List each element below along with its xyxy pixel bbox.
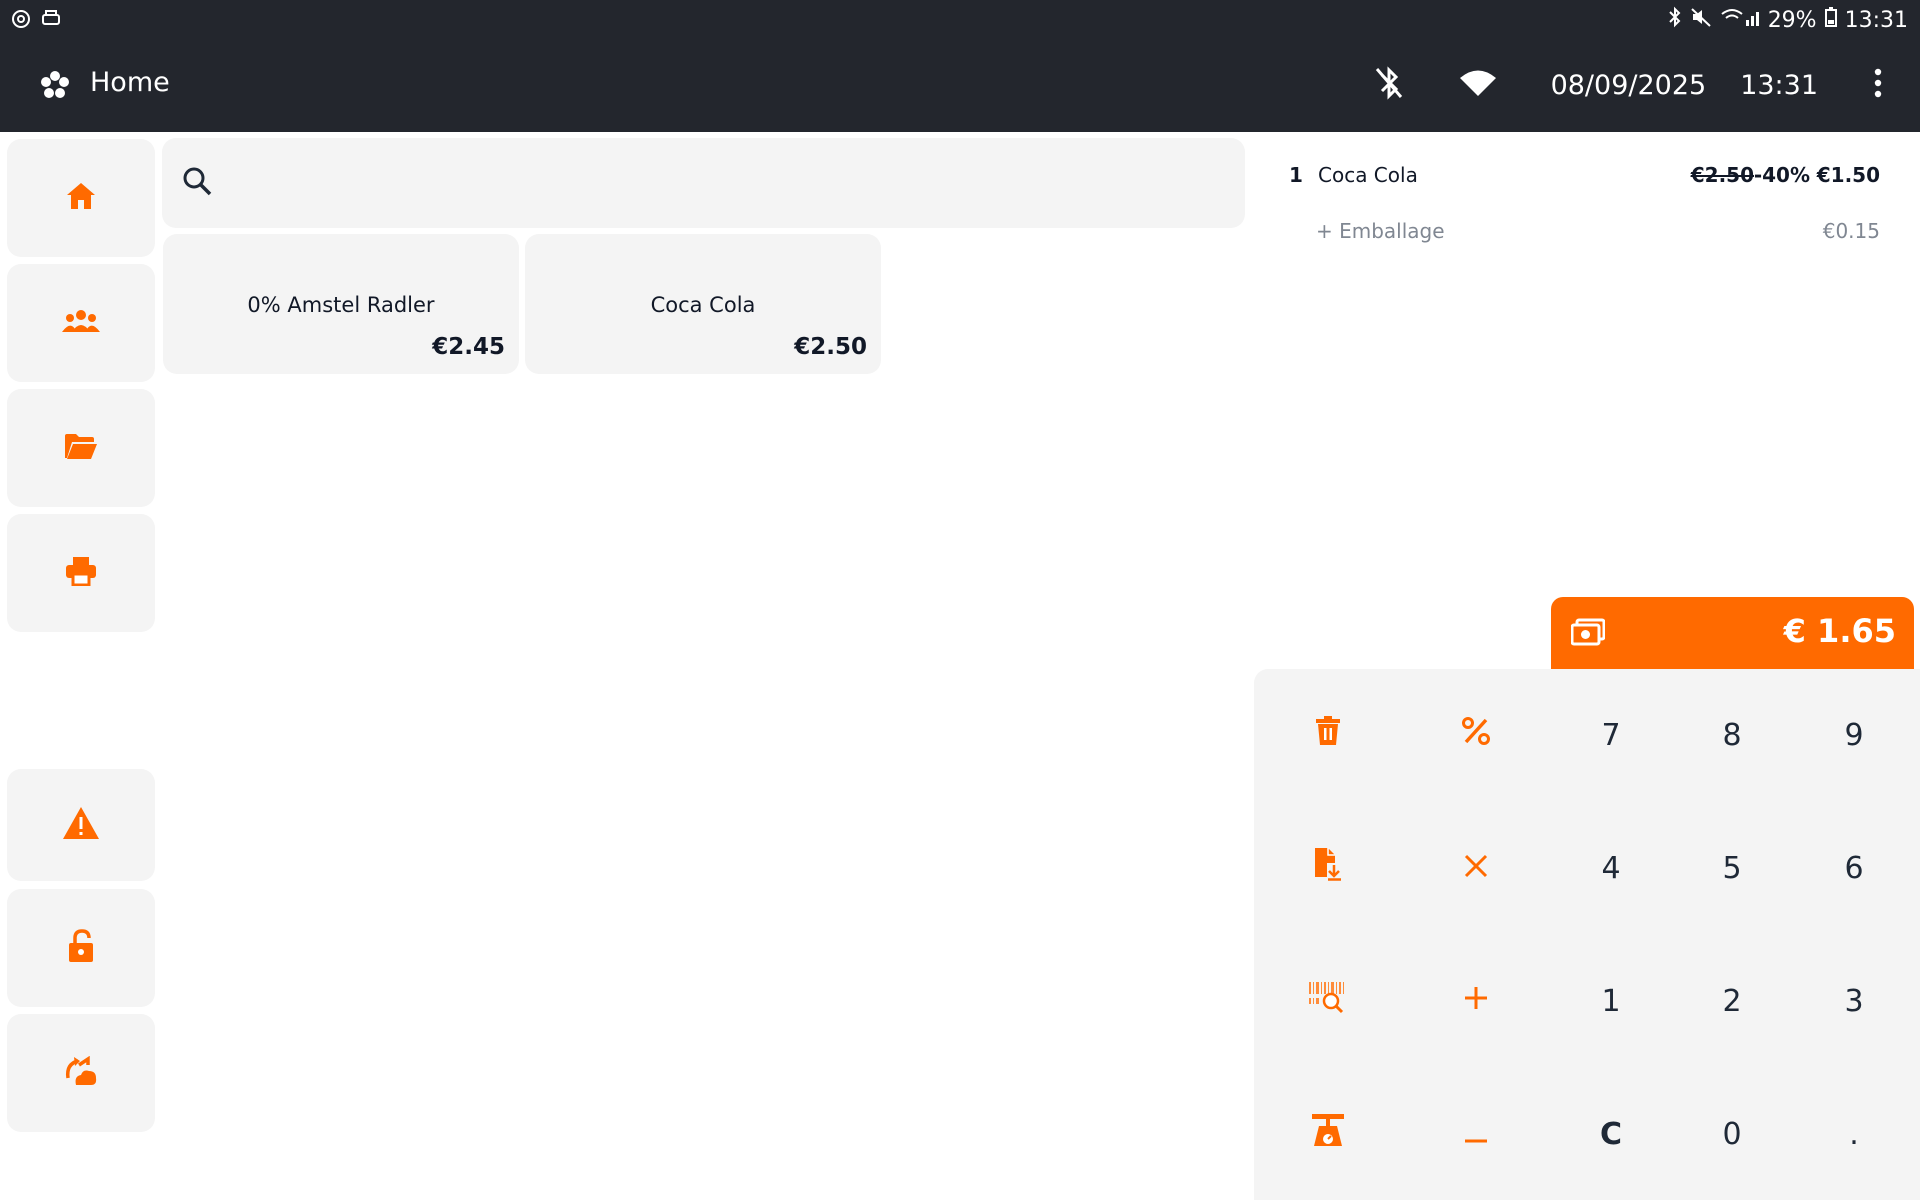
customers-icon bbox=[62, 309, 100, 337]
wifi-icon[interactable] bbox=[1459, 69, 1497, 101]
key-9[interactable]: 9 bbox=[1794, 680, 1914, 790]
product-tile[interactable]: 0% Amstel Radler €2.45 bbox=[163, 234, 519, 374]
key-5[interactable]: 5 bbox=[1672, 813, 1792, 923]
product-name: Coca Cola bbox=[650, 293, 756, 317]
order-sub-line-price: €0.15 bbox=[1822, 219, 1880, 243]
order-line-qty: 1 bbox=[1289, 163, 1303, 187]
scale-icon bbox=[1311, 1113, 1345, 1155]
logo-icon[interactable] bbox=[40, 70, 70, 104]
plus-button[interactable] bbox=[1416, 946, 1536, 1056]
printer-icon bbox=[65, 556, 97, 590]
key-6[interactable]: 6 bbox=[1794, 813, 1914, 923]
folder-icon bbox=[64, 432, 98, 464]
order-line[interactable]: 1 Coca Cola €2.50 -40% €1.50 bbox=[1285, 160, 1880, 190]
delete-button[interactable] bbox=[1268, 680, 1388, 790]
file-download-icon bbox=[1313, 847, 1343, 889]
sync-status-icon bbox=[10, 8, 32, 34]
order-line-discount: -40% bbox=[1753, 163, 1810, 187]
wifi-signal-icon bbox=[1720, 6, 1760, 34]
sync-icon bbox=[64, 1055, 98, 1090]
barcode-search-button[interactable] bbox=[1268, 946, 1388, 1056]
order-line-name: Coca Cola bbox=[1318, 163, 1418, 187]
plus-icon bbox=[1463, 984, 1489, 1019]
product-tile[interactable]: Coca Cola €2.50 bbox=[525, 234, 881, 374]
search-bar[interactable] bbox=[162, 138, 1245, 228]
barcode-search-icon bbox=[1309, 980, 1347, 1022]
multiply-button[interactable] bbox=[1416, 813, 1536, 923]
order-sub-line[interactable]: + Emballage €0.15 bbox=[1316, 216, 1880, 246]
sidebar-item-alert[interactable] bbox=[7, 769, 155, 881]
product-name: 0% Amstel Radler bbox=[247, 293, 435, 317]
print-status-icon bbox=[40, 8, 62, 34]
minus-button[interactable] bbox=[1416, 1079, 1536, 1189]
pay-button[interactable]: € 1.65 bbox=[1551, 597, 1914, 669]
app-time: 13:31 bbox=[1740, 69, 1818, 101]
clear-button[interactable]: C bbox=[1551, 1079, 1671, 1189]
keypad: 7 8 9 4 5 6 1 2 3 C 0 . bbox=[1254, 669, 1920, 1200]
more-menu-icon[interactable] bbox=[1874, 68, 1882, 102]
app-bar: Home 08/09/2025 13:31 bbox=[0, 38, 1920, 132]
multiply-icon bbox=[1464, 851, 1488, 886]
battery-icon bbox=[1824, 7, 1837, 33]
warning-icon bbox=[62, 806, 100, 844]
order-line-old-price: €2.50 bbox=[1690, 163, 1754, 187]
sidebar-item-home[interactable] bbox=[7, 139, 155, 257]
status-bar: 29% 13:31 bbox=[0, 0, 1920, 38]
sidebar-item-unlock[interactable] bbox=[7, 889, 155, 1007]
decimal-button[interactable]: . bbox=[1794, 1079, 1914, 1189]
bluetooth-status-icon bbox=[1668, 6, 1682, 34]
search-icon bbox=[182, 166, 212, 200]
order-line-price: €1.50 bbox=[1816, 163, 1880, 187]
unlock-icon bbox=[67, 929, 95, 967]
key-3[interactable]: 3 bbox=[1794, 946, 1914, 1056]
key-1[interactable]: 1 bbox=[1551, 946, 1671, 1056]
status-time: 13:31 bbox=[1844, 7, 1908, 33]
key-4[interactable]: 4 bbox=[1551, 813, 1671, 923]
percent-icon bbox=[1462, 717, 1490, 753]
sidebar-item-print[interactable] bbox=[7, 514, 155, 632]
cash-icon bbox=[1570, 617, 1606, 651]
trash-icon bbox=[1315, 716, 1341, 754]
import-document-button[interactable] bbox=[1268, 813, 1388, 923]
key-2[interactable]: 2 bbox=[1672, 946, 1792, 1056]
key-7[interactable]: 7 bbox=[1551, 680, 1671, 790]
product-price: €2.50 bbox=[794, 334, 867, 360]
search-input[interactable] bbox=[232, 158, 1226, 210]
key-0[interactable]: 0 bbox=[1672, 1079, 1792, 1189]
key-8[interactable]: 8 bbox=[1672, 680, 1792, 790]
minus-icon bbox=[1463, 1117, 1489, 1152]
order-sub-line-name: + Emballage bbox=[1316, 219, 1445, 243]
mute-icon bbox=[1690, 6, 1712, 34]
sidebar-item-folder[interactable] bbox=[7, 389, 155, 507]
discount-button[interactable] bbox=[1416, 680, 1536, 790]
bluetooth-off-icon[interactable] bbox=[1373, 65, 1405, 105]
sidebar-item-customers[interactable] bbox=[7, 264, 155, 382]
page-title: Home bbox=[90, 67, 170, 98]
home-icon bbox=[66, 182, 96, 214]
scale-button[interactable] bbox=[1268, 1079, 1388, 1189]
app-date: 08/09/2025 bbox=[1550, 69, 1707, 101]
battery-level: 29% bbox=[1767, 7, 1817, 33]
order-total: € 1.65 bbox=[1783, 612, 1896, 650]
product-price: €2.45 bbox=[432, 334, 505, 360]
sidebar-item-sync[interactable] bbox=[7, 1014, 155, 1132]
